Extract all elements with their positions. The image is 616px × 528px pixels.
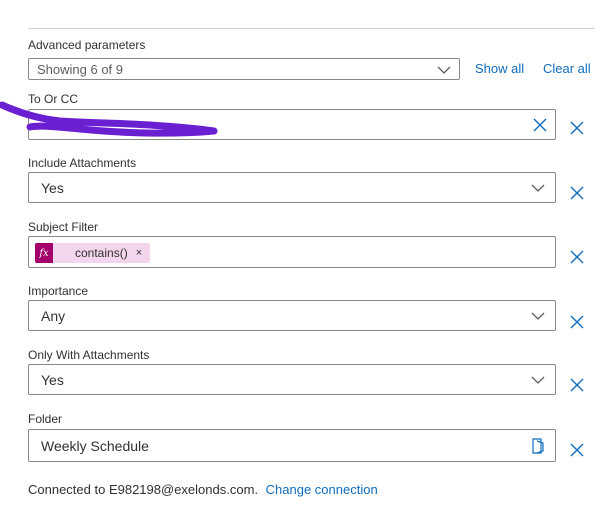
advanced-parameters-value: Showing 6 of 9 (37, 62, 124, 77)
importance-dropdown[interactable]: Any (28, 300, 556, 331)
folder-value: Weekly Schedule (41, 438, 149, 454)
only-with-attachments-value: Yes (41, 372, 64, 388)
advanced-parameters-dropdown[interactable]: Showing 6 of 9 (28, 58, 460, 80)
connected-text: Connected to E982198@exelonds.com. (28, 482, 259, 497)
clear-all-link[interactable]: Clear all (543, 61, 591, 76)
expression-token-label: contains() (75, 246, 128, 260)
include-attachments-value: Yes (41, 180, 64, 196)
folder-picker-icon[interactable] (531, 438, 545, 454)
top-divider (28, 28, 594, 29)
folder-input[interactable]: Weekly Schedule (28, 429, 556, 462)
only-with-attachments-label: Only With Attachments (28, 348, 150, 362)
chevron-down-icon (437, 66, 451, 74)
advanced-parameters-label: Advanced parameters (28, 38, 146, 52)
remove-to-or-cc-icon[interactable] (570, 121, 584, 135)
include-attachments-label: Include Attachments (28, 156, 137, 170)
subject-filter-label: Subject Filter (28, 220, 99, 234)
remove-importance-icon[interactable] (570, 315, 584, 329)
importance-value: Any (41, 308, 66, 324)
remove-subject-filter-icon[interactable] (570, 250, 584, 264)
remove-token-icon[interactable]: × (136, 247, 142, 259)
show-all-link[interactable]: Show all (475, 61, 524, 76)
fx-icon: fx (35, 243, 53, 263)
remove-include-attachments-icon[interactable] (570, 186, 584, 200)
change-connection-link[interactable]: Change connection (266, 482, 378, 497)
remove-only-with-attachments-icon[interactable] (570, 378, 584, 392)
folder-label: Folder (28, 412, 63, 426)
chevron-down-icon (531, 184, 545, 192)
only-with-attachments-dropdown[interactable]: Yes (28, 364, 556, 395)
include-attachments-dropdown[interactable]: Yes (28, 172, 556, 203)
importance-label: Importance (28, 284, 89, 298)
subject-filter-input[interactable]: fx contains() × (28, 236, 556, 268)
expression-token[interactable]: fx contains() × (35, 243, 151, 263)
connection-footer: Connected to E982198@exelonds.com. Chang… (28, 482, 378, 497)
clear-value-icon[interactable] (533, 118, 547, 132)
chevron-down-icon (531, 312, 545, 320)
remove-folder-icon[interactable] (570, 443, 584, 457)
chevron-down-icon (531, 376, 545, 384)
redaction-scribble (0, 101, 218, 137)
